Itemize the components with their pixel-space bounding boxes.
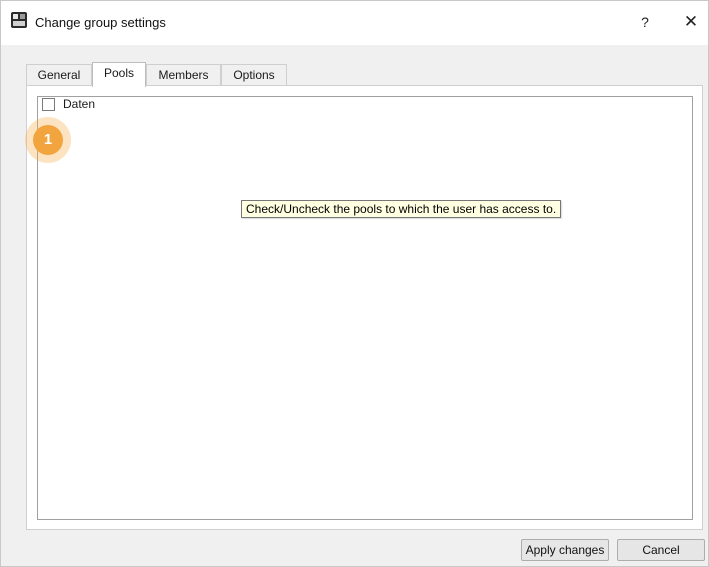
help-button[interactable]: ?	[633, 10, 657, 34]
app-icon	[11, 12, 27, 28]
window-title: Change group settings	[35, 15, 166, 30]
close-button[interactable]: ✕	[679, 10, 703, 34]
tab-pools[interactable]: Pools	[92, 62, 146, 87]
apply-changes-button[interactable]: Apply changes	[521, 539, 609, 561]
cancel-button[interactable]: Cancel	[617, 539, 705, 561]
pools-tooltip: Check/Uncheck the pools to which the use…	[241, 200, 562, 218]
pool-label: Daten	[63, 97, 96, 111]
tab-general[interactable]: General	[26, 64, 92, 85]
step-marker: 1	[33, 125, 63, 155]
tab-options[interactable]: Options	[221, 64, 287, 85]
title-bar: Change group settings ? ✕	[1, 1, 708, 45]
pools-list[interactable]	[37, 96, 693, 520]
pool-checkbox[interactable]	[42, 98, 55, 111]
tab-members[interactable]: Members	[146, 64, 221, 85]
change-group-settings-dialog: Change group settings ? ✕ General Pools …	[0, 0, 709, 567]
